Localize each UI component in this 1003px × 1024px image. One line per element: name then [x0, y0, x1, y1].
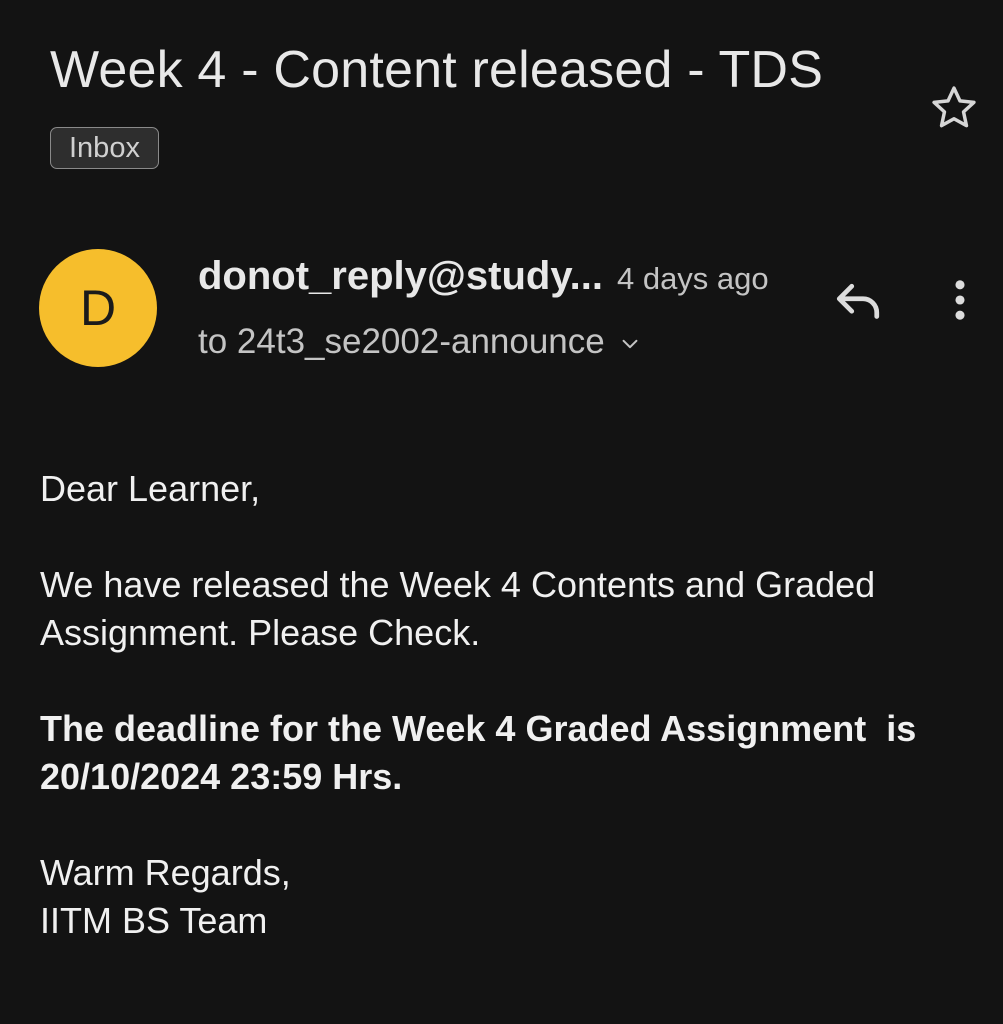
- email-subject: Week 4 - Content released - TDS: [50, 41, 824, 99]
- sender-name[interactable]: donot_reply@study...: [198, 254, 603, 298]
- recipient-row[interactable]: to 24t3_se2002-announce: [198, 318, 641, 366]
- star-icon[interactable]: [928, 82, 980, 134]
- sender-avatar[interactable]: D: [39, 249, 157, 367]
- signature: IITM BS Team: [40, 900, 268, 941]
- sender-row: donot_reply@study... 4 days ago: [198, 250, 769, 311]
- sent-time: 4 days ago: [616, 261, 769, 296]
- greeting: Dear Learner,: [40, 468, 261, 509]
- signoff: Warm Regards,: [40, 852, 291, 893]
- body-line-1: We have released the Week 4 Contents and…: [40, 564, 876, 605]
- more-vert-icon[interactable]: [934, 272, 986, 328]
- inbox-label-chip[interactable]: Inbox: [50, 127, 159, 169]
- recipient-text: to 24t3_se2002-announce: [198, 322, 605, 361]
- deadline-line-2: 20/10/2024 23:59 Hrs.: [40, 756, 403, 797]
- deadline-line-1: The deadline for the Week 4 Graded Assig…: [40, 708, 917, 749]
- chevron-down-icon[interactable]: [619, 333, 641, 355]
- body-line-2: Assignment. Please Check.: [40, 612, 481, 653]
- reply-icon[interactable]: [828, 270, 888, 330]
- email-body: Dear Learner, We have released the Week …: [40, 465, 990, 945]
